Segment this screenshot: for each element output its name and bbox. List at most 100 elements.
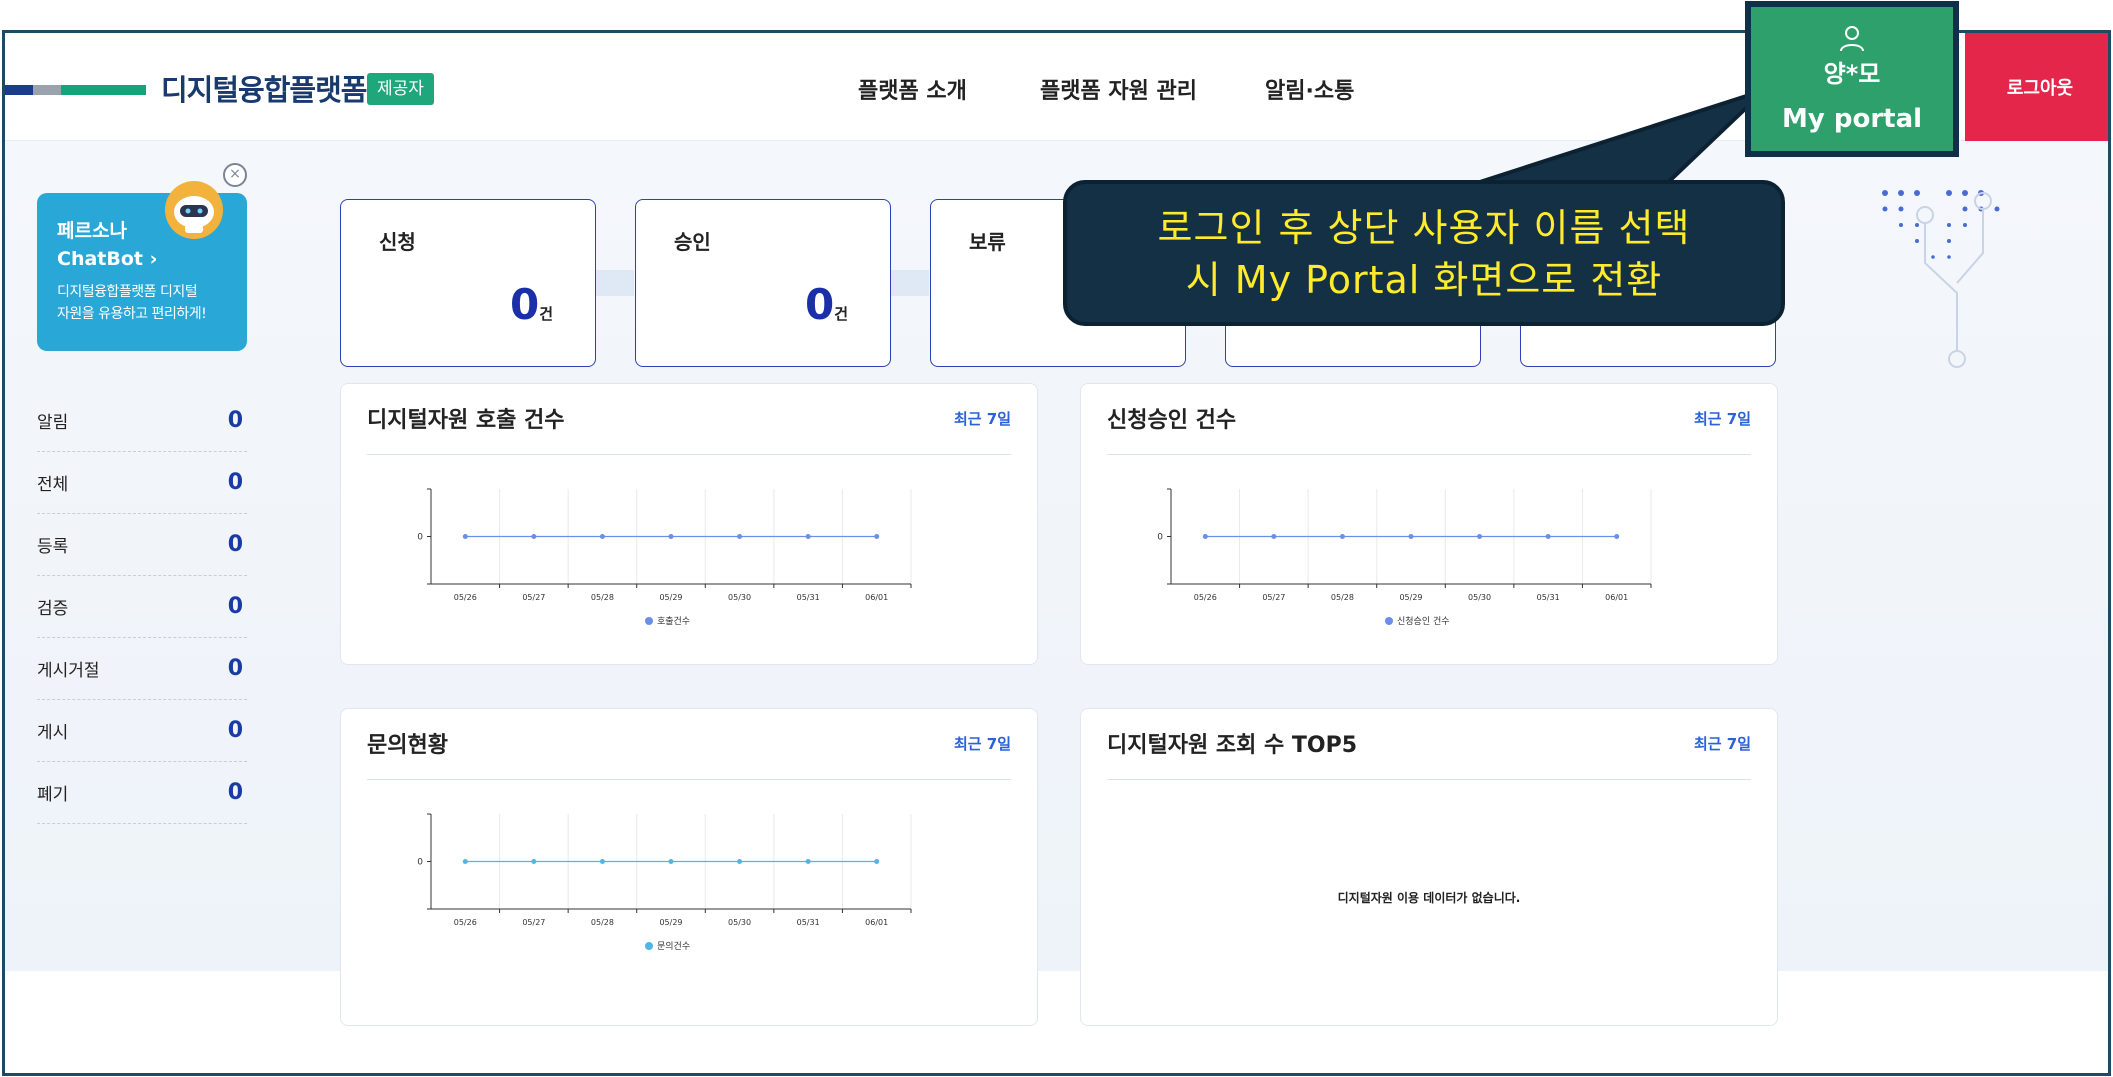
chevron-right-icon: ›: [149, 248, 158, 270]
data-point: [874, 859, 880, 864]
y-tick-label: 0: [417, 533, 423, 543]
x-tick-label: 05/28: [591, 918, 614, 927]
x-tick-label: 05/30: [728, 918, 751, 927]
app-window: 디지털융합플랫폼 제공자 플랫폼 소개 플랫폼 자원 관리 알림·소통 로그아웃…: [2, 30, 2111, 1076]
role-badge: 제공자: [367, 73, 434, 105]
close-icon[interactable]: ×: [223, 163, 247, 187]
data-point: [1614, 534, 1620, 539]
sidebar-item-count: 0: [227, 470, 243, 495]
x-tick-label: 05/27: [522, 593, 545, 602]
x-tick-label: 05/26: [1194, 593, 1217, 602]
panel-title: 문의현황: [367, 733, 448, 758]
x-tick-label: 06/01: [1605, 593, 1628, 602]
panel-title: 디지털자원 조회 수 TOP5: [1107, 733, 1358, 758]
legend-marker: [645, 617, 653, 625]
sidebar-item-count: 0: [227, 532, 243, 557]
decorative-dots: [1882, 190, 2000, 368]
sidebar-item-count: 0: [227, 656, 243, 681]
data-point: [737, 534, 743, 539]
sidebar-item-count: 0: [227, 408, 243, 433]
panel-title: 디지털자원 호출 건수: [367, 408, 565, 433]
legend-label: 신청승인 건수: [1397, 616, 1450, 627]
sidebar-item-registered[interactable]: 등록 0: [37, 514, 247, 576]
robot-avatar-icon: [165, 181, 223, 239]
data-point: [462, 859, 468, 864]
data-point: [1408, 534, 1414, 539]
x-tick-label: 05/30: [728, 593, 751, 602]
legend-marker: [645, 942, 653, 950]
sidebar-item-label: 게시: [37, 723, 69, 743]
sidebar-item-count: 0: [227, 594, 243, 619]
sidebar-item-discarded[interactable]: 폐기 0: [37, 762, 247, 824]
status-unit: 건: [834, 305, 848, 323]
sidebar-item-label: 검증: [37, 599, 69, 619]
x-tick-label: 05/29: [659, 593, 682, 602]
nav-platform-intro[interactable]: 플랫폼 소개: [858, 73, 967, 105]
x-tick-label: 05/29: [1399, 593, 1422, 602]
y-tick-label: 0: [1157, 533, 1163, 543]
x-tick-label: 05/30: [1468, 593, 1491, 602]
data-point: [805, 534, 811, 539]
panel-top5-views: 디지털자원 조회 수 TOP5 최근 7일 디지털자원 이용 데이터가 없습니다…: [1080, 708, 1778, 1026]
sidebar-item-verification[interactable]: 검증 0: [37, 576, 247, 638]
empty-state-message: 디지털자원 이용 데이터가 없습니다.: [1337, 891, 1521, 905]
period-selector[interactable]: 최근 7일: [954, 733, 1011, 754]
data-point: [1545, 534, 1551, 539]
user-icon: [1840, 26, 1864, 52]
status-value: 0: [509, 280, 540, 329]
data-point: [462, 534, 468, 539]
y-tick-label: 0: [417, 858, 423, 868]
sidebar-item-label: 등록: [37, 537, 69, 557]
sidebar-item-label: 폐기: [37, 785, 69, 805]
chatbot-name: ChatBot: [57, 248, 143, 270]
legend-marker: [1385, 617, 1393, 625]
nav-resource-management[interactable]: 플랫폼 자원 관리: [1040, 73, 1197, 105]
data-point: [531, 859, 537, 864]
calls-line-chart: 0 호출건수 05/26 05/27 05/28 05/29 05/30 05/31 06/01: [417, 488, 912, 627]
data-point: [599, 859, 605, 864]
sidebar-item-alerts[interactable]: 알림 0: [37, 390, 247, 452]
data-point: [1339, 534, 1345, 539]
status-label: 보류: [969, 230, 1006, 254]
period-selector[interactable]: 최근 7일: [954, 408, 1011, 429]
callout-line1: 로그인 후 상단 사용자 이름 선택: [1157, 206, 1691, 250]
period-selector[interactable]: 최근 7일: [1694, 408, 1751, 429]
callout-line2: 시 My Portal 화면으로 전환: [1185, 258, 1663, 302]
x-tick-label: 05/31: [797, 918, 820, 927]
sidebar-item-published[interactable]: 게시 0: [37, 700, 247, 762]
data-point: [1271, 534, 1277, 539]
status-label: 신청: [379, 230, 416, 254]
legend-label: 호출건수: [657, 616, 690, 627]
logo-text[interactable]: 디지털융합플랫폼: [161, 67, 367, 109]
data-point: [668, 859, 674, 864]
sidebar-item-rejected[interactable]: 게시거절 0: [37, 638, 247, 700]
chatbot-desc-line1: 디지털융합플랫폼 디지털: [57, 284, 198, 300]
status-value: 0: [804, 280, 835, 329]
period-selector[interactable]: 최근 7일: [1694, 733, 1751, 754]
sidebar-item-label: 게시거절: [37, 661, 100, 681]
status-card-approved[interactable]: 승인 0건: [635, 199, 891, 367]
my-portal-button[interactable]: 양*모 My portal: [1745, 1, 1959, 157]
x-tick-label: 05/28: [1331, 593, 1354, 602]
approvals-line-chart: 0 신청승인 건수 05/26 05/27 05/28 05/29 05/30 05/31 06…: [1157, 488, 1652, 627]
x-tick-label: 06/01: [865, 593, 888, 602]
x-tick-label: 05/28: [591, 593, 614, 602]
nav-notice-communication[interactable]: 알림·소통: [1265, 73, 1354, 105]
x-tick-label: 06/01: [865, 918, 888, 927]
panel-application-approvals: 신청승인 건수 최근 7일 0 신청승인 건수 05/26 05/27 05/28 05/…: [1080, 383, 1778, 665]
status-label: 승인: [674, 230, 711, 254]
sidebar-item-count: 0: [227, 780, 243, 805]
sidebar-item-label: 알림: [37, 413, 69, 433]
sidebar-count-list: 알림 0 전체 0 등록 0 검증 0 게시거절 0 게시 0 폐기 0: [37, 390, 247, 824]
x-tick-label: 05/26: [454, 593, 477, 602]
sidebar-item-all[interactable]: 전체 0: [37, 452, 247, 514]
data-point: [1202, 534, 1208, 539]
status-card-application[interactable]: 신청 0건: [340, 199, 596, 367]
panel-inquiries: 문의현황 최근 7일 0 문의건수 05/26 05/27 05/28 05/29 05/3…: [340, 708, 1038, 1026]
x-tick-label: 05/31: [1537, 593, 1560, 602]
data-point: [599, 534, 605, 539]
sidebar-item-count: 0: [227, 718, 243, 743]
logout-button[interactable]: 로그아웃: [1965, 33, 2108, 141]
data-point: [531, 534, 537, 539]
logo-mark: [5, 85, 146, 95]
